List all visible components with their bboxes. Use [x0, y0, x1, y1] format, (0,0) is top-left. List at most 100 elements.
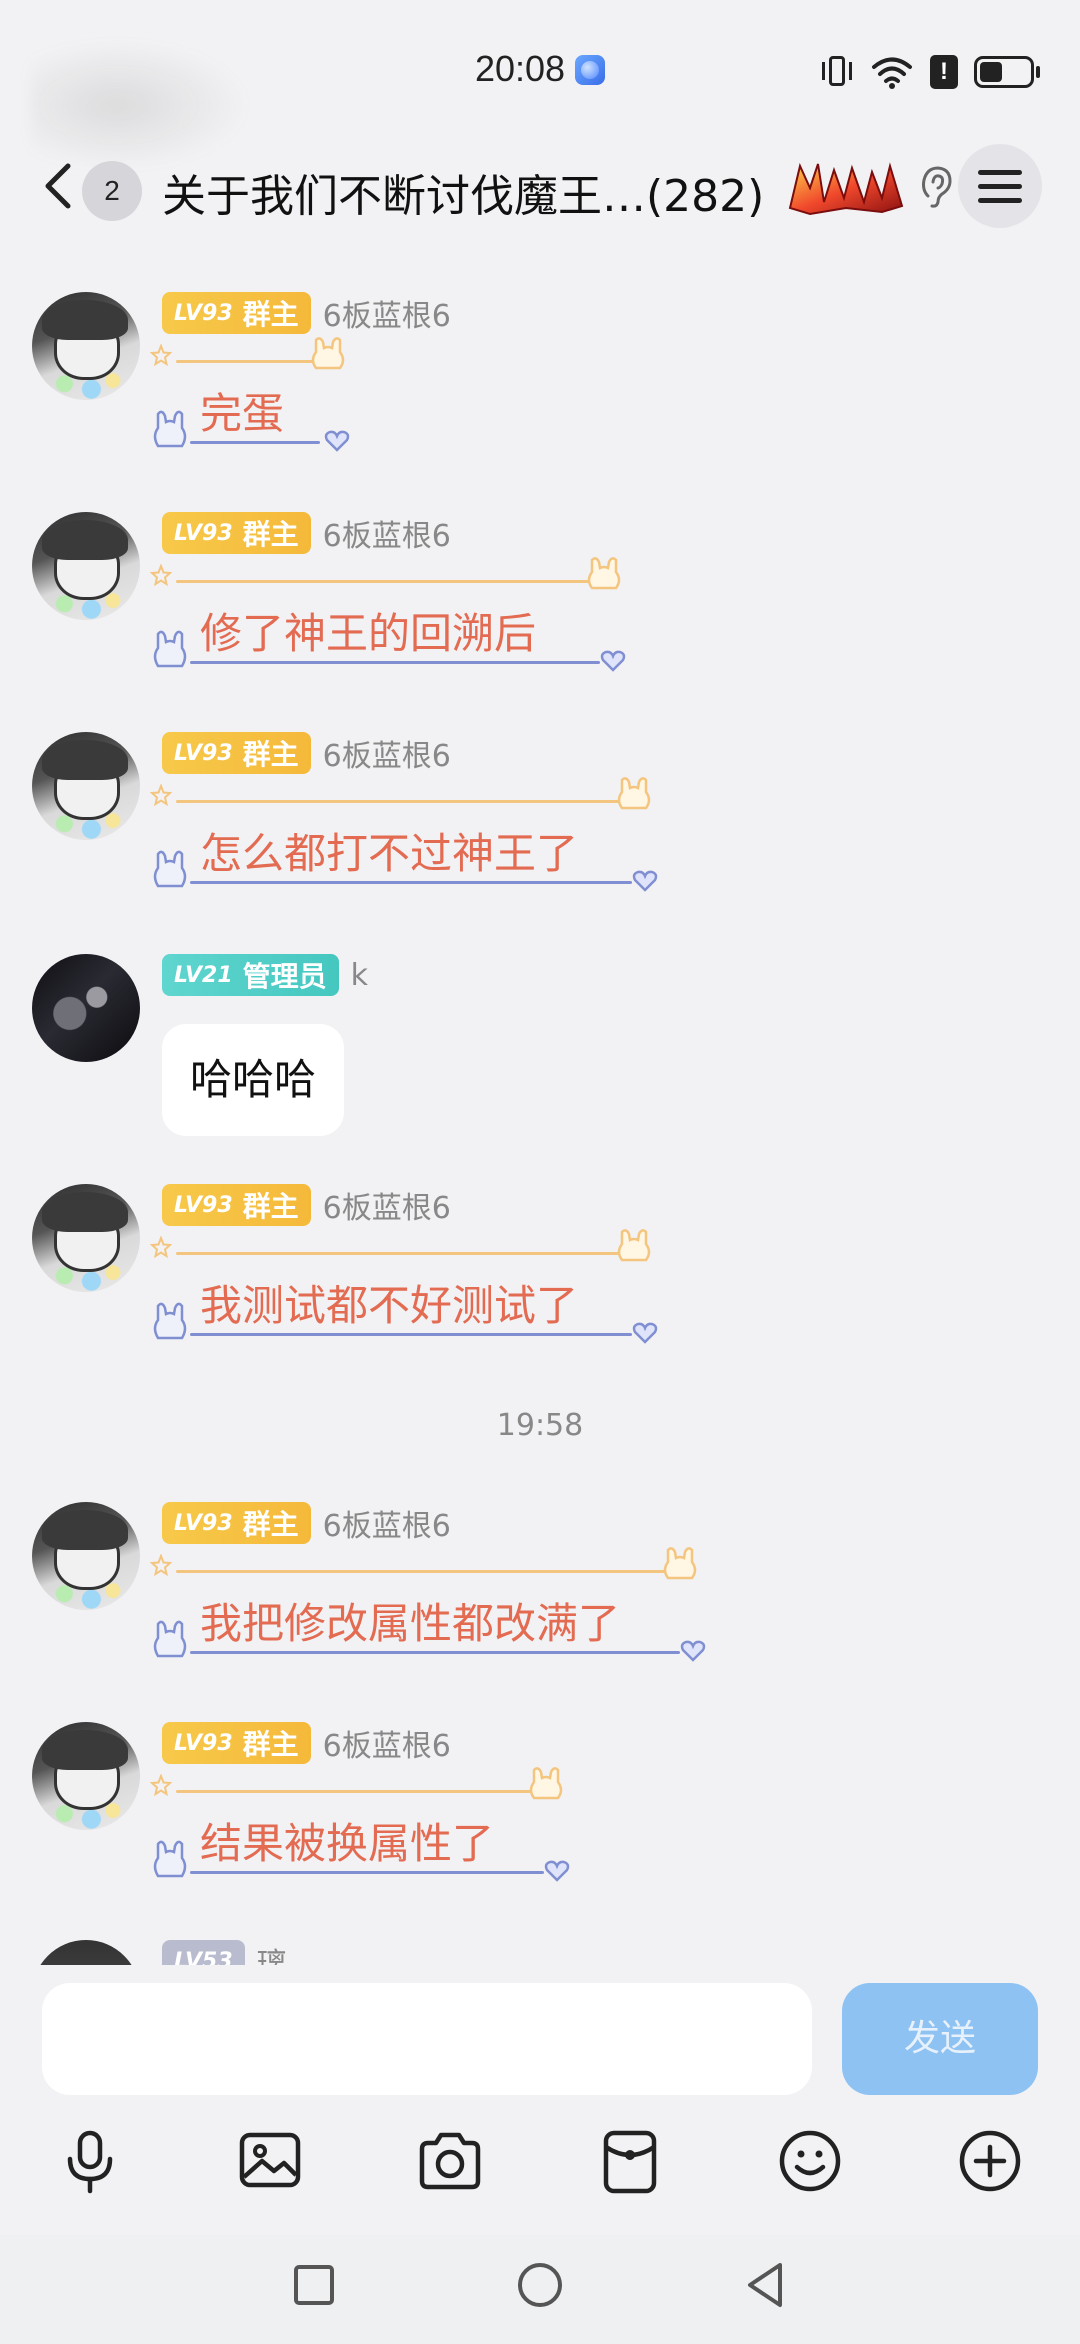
- star-icon: [150, 1774, 172, 1796]
- level-label: LV93: [174, 520, 233, 546]
- camera-icon[interactable]: [414, 2125, 486, 2197]
- rabbit-icon: [617, 777, 651, 810]
- avatar[interactable]: [32, 1184, 140, 1292]
- vibrate-icon: [820, 54, 854, 90]
- sender-name[interactable]: 6板蓝根6: [323, 511, 451, 555]
- avatar[interactable]: [32, 1940, 140, 1965]
- time-divider: 19:58: [496, 1408, 584, 1443]
- sender-name[interactable]: 6板蓝根6: [323, 1501, 451, 1545]
- emoji-icon[interactable]: [774, 2125, 846, 2197]
- send-button[interactable]: 发送: [842, 1983, 1038, 2095]
- heart-icon: [680, 1640, 706, 1662]
- system-nav-bar: [0, 2235, 1080, 2344]
- role-label: 群主: [242, 738, 299, 771]
- message-list[interactable]: LV93 群主 6板蓝根6 完蛋 LV93 群主 6板蓝根6 修了神王的回溯后 …: [0, 240, 1080, 1965]
- clock-text: 20:08: [474, 48, 566, 89]
- avatar[interactable]: [32, 732, 140, 840]
- sender-meta: LV93 群主 6板蓝根6: [162, 1184, 451, 1226]
- status-bar: 20:08 !: [0, 0, 1080, 170]
- message-bubble[interactable]: 我把修改属性都改满了: [150, 1547, 716, 1664]
- rabbit-icon: [153, 1302, 187, 1340]
- ear-icon[interactable]: [918, 164, 954, 210]
- role-label: 群主: [242, 298, 299, 331]
- heart-icon: [544, 1860, 570, 1882]
- group-logo-icon: [788, 162, 904, 216]
- level-label: LV93: [174, 300, 233, 326]
- avatar[interactable]: [32, 1722, 140, 1830]
- avatar[interactable]: [32, 1502, 140, 1610]
- recents-icon[interactable]: [284, 2255, 344, 2315]
- battery-icon: [974, 56, 1040, 88]
- sender-meta: LV93 群主 6板蓝根6: [162, 1722, 451, 1764]
- star-icon: [150, 564, 172, 586]
- owner-badge: LV93 群主: [162, 732, 311, 774]
- system-icons: !: [820, 52, 1040, 92]
- message-text: 修了神王的回溯后: [200, 609, 537, 658]
- owner-badge: LV93 群主: [162, 1184, 311, 1226]
- unread-count-badge[interactable]: 2: [82, 161, 142, 221]
- message-text: 我把修改属性都改满了: [200, 1599, 621, 1648]
- home-icon[interactable]: [510, 2255, 570, 2315]
- heart-icon: [632, 1322, 658, 1344]
- owner-badge: LV93 群主: [162, 1722, 311, 1764]
- avatar[interactable]: [32, 292, 140, 400]
- sender-meta: LV93 群主 6板蓝根6: [162, 292, 451, 334]
- avatar[interactable]: [32, 954, 140, 1062]
- back-nav-icon[interactable]: [736, 2255, 796, 2315]
- rabbit-icon: [529, 1767, 563, 1800]
- composer: 发送: [0, 1965, 1080, 2235]
- message-text: 结果被换属性了: [200, 1819, 495, 1868]
- sender-name[interactable]: 6板蓝根6: [323, 291, 451, 335]
- rabbit-icon: [617, 1229, 651, 1262]
- message-bubble[interactable]: 结果被换属性了: [150, 1767, 580, 1884]
- plus-icon[interactable]: [954, 2125, 1026, 2197]
- message-text: 哈哈哈: [190, 1055, 317, 1104]
- sender-name[interactable]: 6板蓝根6: [323, 731, 451, 775]
- star-icon: [150, 1554, 172, 1576]
- red-packet-icon[interactable]: [594, 2125, 666, 2197]
- role-label: 管理员: [242, 960, 327, 993]
- rabbit-icon: [153, 410, 187, 448]
- message-bubble[interactable]: 哈哈哈: [162, 1024, 345, 1136]
- sender-name[interactable]: 6板蓝根6: [323, 1183, 451, 1227]
- level-badge: LV53: [162, 1940, 245, 1965]
- message-text: 我测试都不好测试了: [200, 1281, 579, 1330]
- sender-name[interactable]: 璃: [257, 1939, 287, 1965]
- sender-meta: LV93 群主 6板蓝根6: [162, 512, 451, 554]
- rabbit-icon: [663, 1547, 697, 1580]
- microphone-icon[interactable]: [54, 2125, 126, 2197]
- sender-meta: LV21 管理员 k: [162, 954, 368, 996]
- role-label: 群主: [242, 518, 299, 551]
- chat-header: 2 关于我们不断讨伐魔王…(282): [0, 138, 1080, 234]
- sender-meta: LV93 群主 6板蓝根6: [162, 732, 451, 774]
- message-text: 怎么都打不过神王了: [200, 829, 579, 878]
- star-icon: [150, 784, 172, 806]
- back-icon[interactable]: [38, 160, 78, 212]
- message-text: 完蛋: [200, 389, 285, 438]
- sender-name[interactable]: 6板蓝根6: [323, 1721, 451, 1765]
- role-label: 群主: [242, 1728, 299, 1761]
- star-icon: [150, 1236, 172, 1258]
- menu-button[interactable]: [958, 144, 1042, 228]
- avatar[interactable]: [32, 512, 140, 620]
- rabbit-icon: [311, 337, 345, 370]
- level-label: LV93: [174, 1192, 233, 1218]
- app-badge-icon: [575, 55, 606, 85]
- sender-name[interactable]: k: [351, 958, 368, 993]
- image-icon[interactable]: [234, 2125, 306, 2197]
- level-label: LV21: [174, 962, 233, 988]
- message-bubble[interactable]: 怎么都打不过神王了: [150, 777, 670, 894]
- composer-toolbar: [0, 2125, 1080, 2205]
- level-label: LV93: [174, 1510, 233, 1536]
- message-bubble[interactable]: 修了神王的回溯后: [150, 557, 630, 674]
- message-input[interactable]: [42, 1983, 812, 2095]
- group-title[interactable]: 关于我们不断讨伐魔王…(282): [162, 160, 764, 224]
- message-bubble[interactable]: 完蛋: [150, 337, 350, 454]
- message-bubble[interactable]: 我测试都不好测试了: [150, 1229, 670, 1346]
- role-label: 群主: [242, 1190, 299, 1223]
- level-label: LV53: [174, 1948, 233, 1966]
- alert-icon: !: [930, 55, 958, 89]
- rabbit-icon: [587, 557, 621, 590]
- admin-badge: LV21 管理员: [162, 954, 339, 996]
- role-label: 群主: [242, 1508, 299, 1541]
